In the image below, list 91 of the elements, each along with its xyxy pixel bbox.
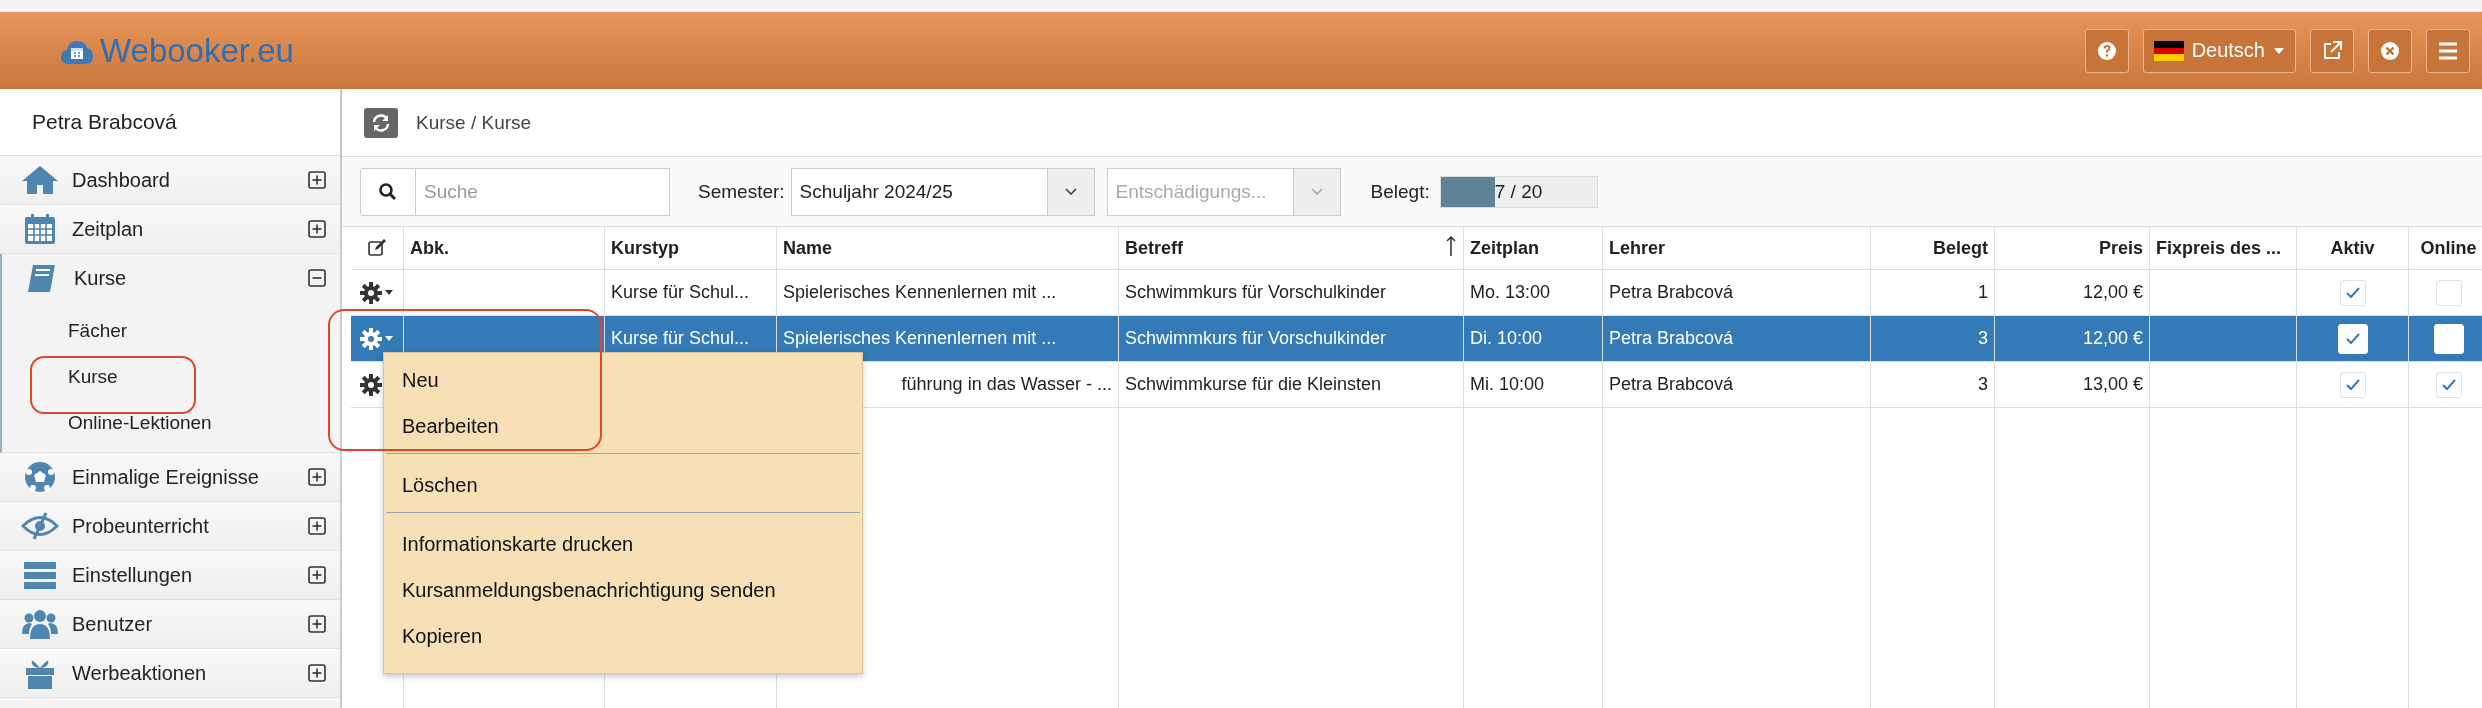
column-header[interactable]: Aktiv <box>2330 237 2375 259</box>
user-name: Petra Brabcová <box>0 89 340 156</box>
expand-icon[interactable] <box>308 664 326 682</box>
table-cell: Schwimmkurs für Vorschulkinder <box>1125 328 1387 349</box>
close-button[interactable] <box>2368 28 2412 73</box>
table-cell: Petra Brabcová <box>1609 374 1734 395</box>
menu-item[interactable]: Löschen <box>384 462 862 508</box>
external-link-icon <box>2321 39 2343 62</box>
sidebar-item[interactable]: Benutzer <box>0 600 340 648</box>
help-icon <box>2096 40 2117 61</box>
column-header[interactable]: Belegt <box>1933 237 1988 259</box>
sidebar-item[interactable]: Dashboard <box>0 156 340 204</box>
table-cell: 12,00 € <box>2082 328 2143 349</box>
close-icon <box>2380 40 2400 61</box>
caret-icon <box>2273 46 2285 55</box>
column-header[interactable]: Preis <box>2098 237 2143 259</box>
menu-item[interactable]: Informationskarte drucken <box>384 521 862 567</box>
help-button[interactable] <box>2084 28 2129 73</box>
expand-icon[interactable] <box>308 615 326 633</box>
sidebar-item[interactable]: Probeunterricht <box>0 502 340 550</box>
edit-icon[interactable] <box>367 238 387 258</box>
table-cell: Petra Brabcová <box>1609 328 1734 349</box>
menu-item[interactable]: Kopieren <box>384 613 862 659</box>
expand-icon[interactable] <box>308 220 326 238</box>
menu-icon <box>2437 40 2459 61</box>
table-cell: Spielerisches Kennenlernen mit ... <box>783 328 1057 349</box>
users-icon <box>20 607 60 641</box>
expand-icon[interactable] <box>308 171 326 189</box>
column-header[interactable]: Online <box>2420 237 2477 259</box>
search-icon <box>378 181 398 202</box>
column-header[interactable]: Betreff <box>1125 237 1183 259</box>
table-cell: Di. 10:00 <box>1470 328 1543 349</box>
semester-label: Semester: <box>698 180 785 203</box>
column-header[interactable]: Kurstyp <box>611 237 679 259</box>
expand-icon[interactable] <box>308 468 326 486</box>
menu-button[interactable] <box>2426 28 2470 73</box>
semester-select[interactable]: Schuljahr 2024/25 <box>790 167 1095 216</box>
language-dropdown[interactable]: Deutsch <box>2142 28 2296 73</box>
chevron-down-icon <box>1309 187 1324 196</box>
table-cell: Kurse für Schul... <box>611 282 750 303</box>
table-cell: Mo. 13:00 <box>1470 282 1551 303</box>
sidebar-subitem[interactable]: Online-Lektionen <box>68 412 212 434</box>
german-flag-icon <box>2153 40 2184 61</box>
checkmark-icon <box>2344 331 2361 346</box>
refresh-button[interactable] <box>364 107 398 138</box>
table-cell: Mi. 10:00 <box>1470 374 1545 395</box>
sidebar-subitem[interactable]: Fächer <box>68 320 128 342</box>
table-cell: Kurse für Schul... <box>611 328 750 349</box>
column-header[interactable]: Fixpreis des ... <box>2156 237 2282 259</box>
home-icon <box>20 163 60 197</box>
sidebar-item[interactable]: Werbeaktionen <box>0 649 340 697</box>
table-cell: Petra Brabcová <box>1609 282 1734 303</box>
column-header[interactable]: Zeitplan <box>1470 237 1539 259</box>
sidebar-item[interactable]: Einstellungen <box>0 551 340 599</box>
collapse-icon[interactable] <box>308 269 326 287</box>
table-cell: 1 <box>1978 282 1988 303</box>
table-cell: 13,00 € <box>2082 374 2143 395</box>
checkbox[interactable] <box>2339 371 2366 398</box>
occupancy-label: Belegt: <box>1370 180 1430 203</box>
expand-icon[interactable] <box>308 566 326 584</box>
table-cell: führung in das Wasser - ... <box>901 374 1112 395</box>
checkbox[interactable] <box>2435 371 2462 398</box>
breadcrumb: Kurse / Kurse <box>416 111 532 134</box>
sidebar-subitem[interactable]: Kurse <box>68 366 118 388</box>
search-button[interactable] <box>360 167 416 216</box>
table-cell: 3 <box>1978 374 1988 395</box>
expand-icon[interactable] <box>308 517 326 535</box>
table-cell: Schwimmkurse für die Kleinsten <box>1125 374 1382 395</box>
sidebar-item[interactable]: Zeitplan <box>0 205 340 253</box>
checkmark-icon <box>2440 377 2457 392</box>
checkmark-icon <box>2344 377 2361 392</box>
search-field[interactable]: Suche <box>416 167 670 216</box>
sidebar-item[interactable]: Einmalige Ereignisse <box>0 453 340 501</box>
column-header[interactable]: Lehrer <box>1609 237 1666 259</box>
chevron-down-icon <box>1063 187 1078 196</box>
checkbox[interactable] <box>2435 279 2462 306</box>
refresh-icon <box>371 112 391 133</box>
external-link-button[interactable] <box>2310 28 2354 73</box>
occupancy-reading: 7 / 20 <box>1494 180 1543 203</box>
gear-dropdown-icon[interactable] <box>360 281 394 304</box>
sidebar-item[interactable]: Kurse <box>2 254 340 302</box>
sort-arrow-icon[interactable] <box>1445 235 1457 257</box>
table-cell: 3 <box>1978 328 1988 349</box>
column-header[interactable]: Abk. <box>410 237 449 259</box>
table-cell: Spielerisches Kennenlernen mit ... <box>783 282 1057 303</box>
menu-item[interactable]: Kursanmeldungsbenachrichtigung senden <box>384 567 862 613</box>
checkbox[interactable] <box>2339 279 2366 306</box>
column-header[interactable]: Name <box>783 237 833 259</box>
checkmark-icon <box>2344 285 2361 300</box>
table-cell: 12,00 € <box>2082 282 2143 303</box>
table-cell: Schwimmkurs für Vorschulkinder <box>1125 282 1387 303</box>
